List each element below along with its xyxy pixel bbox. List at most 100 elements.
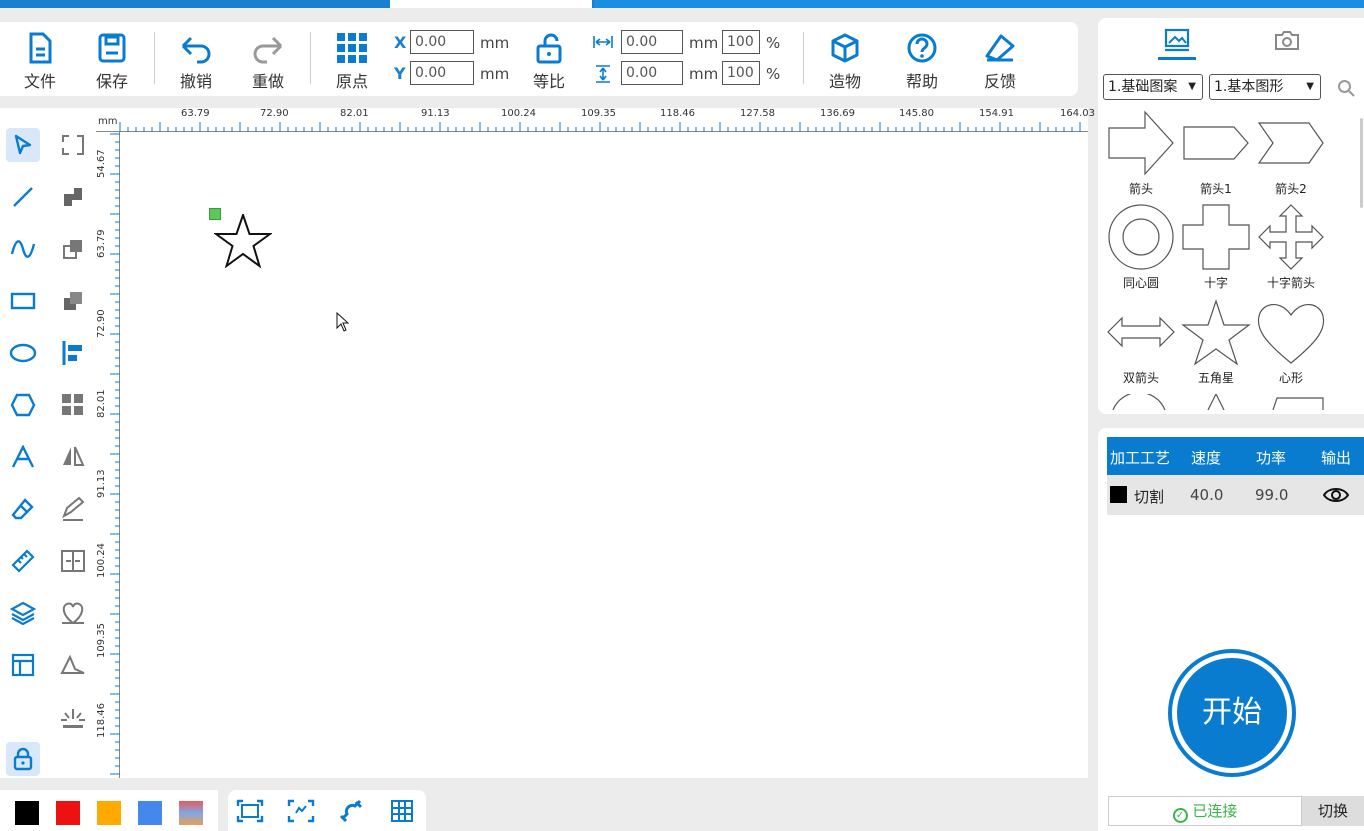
tab-segment[interactable]: [0, 0, 186, 8]
star-object[interactable]: [214, 214, 272, 268]
left-ruler[interactable]: 54.67 63.79 72.90 82.01 91.13 100.24 109.35 118…: [96, 132, 120, 800]
row-speed[interactable]: 40.0: [1190, 486, 1223, 504]
arrow1-shape-icon: [1183, 126, 1249, 160]
path-tool[interactable]: [56, 648, 90, 682]
left-ruler-label: 91.13: [96, 469, 107, 498]
switch-button[interactable]: 切换: [1302, 796, 1364, 826]
distribute-tool[interactable]: [56, 544, 90, 578]
color-swatch-black[interactable]: [15, 801, 39, 825]
line-tool[interactable]: [6, 180, 40, 214]
top-ruler-label: 145.80: [899, 108, 934, 119]
line-icon: [13, 187, 33, 207]
text-tool[interactable]: [6, 440, 40, 474]
help-button[interactable]: 帮助: [892, 28, 952, 94]
left-ruler-label: 63.79: [96, 229, 107, 258]
shape-label: 十字: [1203, 276, 1228, 290]
proportional-lock-button[interactable]: 等比: [519, 28, 579, 94]
feedback-button[interactable]: 反馈: [970, 28, 1030, 94]
undo-button[interactable]: 撤销: [166, 28, 226, 94]
select-tool[interactable]: [6, 128, 40, 162]
polygon-tool[interactable]: [6, 388, 40, 422]
library-scrollbar[interactable]: [1360, 118, 1363, 208]
offset-heart-icon: [62, 602, 84, 625]
save-label: 保存: [95, 72, 128, 91]
drawing-canvas[interactable]: [120, 132, 1088, 778]
tab-image-library[interactable]: [1158, 24, 1196, 60]
build-button[interactable]: 造物: [815, 28, 875, 94]
height-input[interactable]: 0.00: [621, 61, 683, 85]
origin-button[interactable]: 原点: [322, 28, 382, 94]
search-icon[interactable]: [1337, 79, 1355, 97]
offset-tool[interactable]: [56, 596, 90, 630]
start-button[interactable]: 开始: [1168, 649, 1296, 777]
subcategory-select[interactable]: 1.基本图形 ▼: [1209, 74, 1321, 100]
category-select[interactable]: 1.基础图案 ▼: [1103, 74, 1203, 100]
width-input[interactable]: 0.00: [621, 30, 683, 54]
union-tool[interactable]: [56, 180, 90, 214]
save-button[interactable]: 保存: [82, 28, 142, 94]
sketch-tool[interactable]: [56, 492, 90, 526]
shape-cross[interactable]: 十字: [1180, 204, 1252, 291]
top-ruler[interactable]: mm 63.79 72.90 82.01 91.13 100.24 109.35 118.4…: [96, 108, 1095, 132]
align-tool[interactable]: [56, 336, 90, 370]
origin-label: 原点: [335, 72, 368, 91]
grid-toggle-icon[interactable]: [390, 799, 414, 823]
row-power[interactable]: 99.0: [1255, 486, 1288, 504]
shape-arrow1[interactable]: 箭头1: [1180, 110, 1252, 197]
tab-segment-active[interactable]: [390, 0, 592, 8]
shape-arrow2[interactable]: 箭头2: [1255, 110, 1327, 197]
shape-double-arrow[interactable]: 双箭头: [1105, 299, 1177, 386]
toolbar-divider: [154, 32, 155, 84]
shape-heart[interactable]: 心形: [1255, 299, 1327, 386]
top-ruler-label: 72.90: [260, 108, 289, 119]
mirror-tool[interactable]: [56, 440, 90, 474]
color-swatch-blue[interactable]: [138, 801, 162, 825]
camera-icon: [1275, 31, 1299, 50]
fit-screen-icon[interactable]: [236, 799, 264, 823]
eye-icon[interactable]: [1323, 486, 1349, 504]
shape-library-panel: 1.基础图案 ▼ 1.基本图形 ▼ 箭头 箭头1 箭头2 同心圆 十字 十字箭头…: [1098, 18, 1364, 414]
cross-shape-icon: [1182, 204, 1250, 270]
tab-segment[interactable]: [594, 0, 1364, 8]
ellipse-icon: [9, 343, 37, 363]
shape-cross-arrow[interactable]: 十字箭头: [1255, 204, 1327, 291]
intersect-tool[interactable]: [56, 284, 90, 318]
main-toolbar: 文件 保存 撤销 重做 原点 X Y 0.00 0.00 mm mm 等比 0.…: [0, 22, 1078, 96]
magnet-snap-icon[interactable]: [338, 799, 364, 823]
shape-concentric-circle[interactable]: 同心圆: [1105, 204, 1177, 291]
color-swatch-red[interactable]: [56, 801, 80, 825]
x-position-input[interactable]: 0.00: [410, 30, 474, 54]
top-ruler-label: 91.13: [421, 108, 450, 119]
subtract-icon: [63, 240, 82, 259]
ellipse-tool[interactable]: [6, 336, 40, 370]
shape-label: 同心圆: [1122, 276, 1159, 290]
left-ruler-label: 100.24: [96, 543, 107, 578]
subtract-tool[interactable]: [56, 232, 90, 266]
rectangle-tool[interactable]: [6, 284, 40, 318]
layout-icon: [11, 653, 35, 677]
height-percent-input[interactable]: 100: [722, 61, 760, 85]
width-percent-input[interactable]: 100: [722, 30, 760, 54]
redo-button[interactable]: 重做: [238, 28, 298, 94]
layer-color-swatch[interactable]: [1110, 486, 1127, 503]
measure-tool[interactable]: [6, 544, 40, 578]
node-edit-tool[interactable]: [56, 128, 90, 162]
array-tool[interactable]: [56, 388, 90, 422]
tab-camera[interactable]: [1268, 24, 1306, 60]
tab-segment[interactable]: [189, 0, 388, 8]
layout-tool[interactable]: [6, 648, 40, 682]
shape-star[interactable]: 五角星: [1180, 299, 1252, 386]
eraser-tool[interactable]: [6, 492, 40, 526]
layers-tool[interactable]: [6, 596, 40, 630]
shape-arrow[interactable]: 箭头: [1105, 110, 1177, 197]
table-row[interactable]: 切割 40.0 99.0: [1107, 475, 1364, 515]
file-button[interactable]: 文件: [10, 28, 70, 94]
color-swatch-gradient[interactable]: [179, 801, 203, 825]
laser-tool[interactable]: [56, 700, 90, 734]
color-swatch-orange[interactable]: [97, 801, 121, 825]
y-position-input[interactable]: 0.00: [410, 61, 474, 85]
curve-tool[interactable]: [6, 232, 40, 266]
y-label: Y: [394, 64, 406, 83]
lock-tool[interactable]: [6, 742, 40, 776]
zoom-selection-icon[interactable]: [287, 799, 315, 823]
